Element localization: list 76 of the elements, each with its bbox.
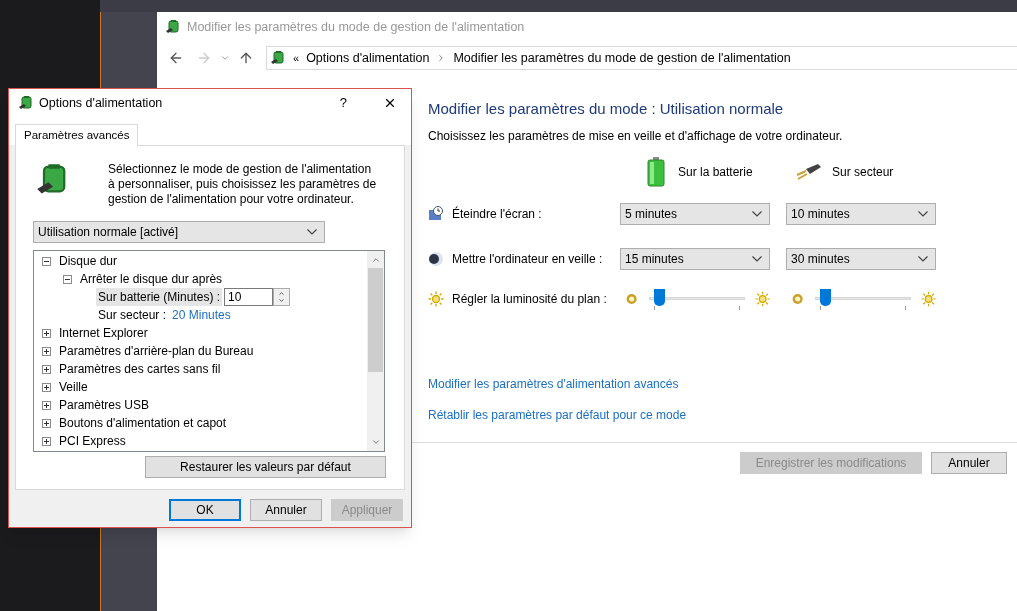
dropdown[interactable]: 10 minutes xyxy=(786,202,936,225)
overflow-chevrons[interactable]: « xyxy=(293,49,300,67)
expand-icon[interactable] xyxy=(42,400,51,410)
expand-icon[interactable] xyxy=(42,436,51,446)
power-plan-icon xyxy=(165,19,181,35)
dropdown[interactable]: 30 minutes xyxy=(786,247,936,270)
slider-thumb[interactable] xyxy=(819,288,831,306)
moon-icon xyxy=(428,250,444,267)
dialog-title: Options d'alimentation xyxy=(39,94,164,112)
setting-value-link[interactable]: 20 Minutes xyxy=(172,306,231,324)
setting-label: Mettre l'ordinateur en veille : xyxy=(452,250,603,268)
chevron-down-icon xyxy=(918,255,928,262)
chevron-down-icon xyxy=(307,229,317,235)
collapse-icon[interactable] xyxy=(63,274,72,284)
slider-thumb[interactable] xyxy=(653,288,665,306)
setting-label[interactable]: Sur batterie (Minutes) : xyxy=(96,288,223,306)
brightness-slider[interactable] xyxy=(815,287,911,310)
scrollbar[interactable] xyxy=(367,251,384,451)
tree-item[interactable]: Paramètres des cartes sans fil xyxy=(59,360,221,378)
setting-label: Régler la luminosité du plan : xyxy=(452,290,607,308)
scroll-thumb[interactable] xyxy=(368,268,383,372)
tree-item[interactable]: Paramètres d'arrière-plan du Bureau xyxy=(59,342,254,360)
tree-item[interactable]: Arrêter le disque dur après xyxy=(80,270,223,288)
expand-icon[interactable] xyxy=(42,364,51,374)
address-bar[interactable]: « Options d'alimentation Modifier les paramètres du mode de gestion de l'alimentation xyxy=(266,46,1017,70)
bright-sun-icon xyxy=(754,290,770,307)
breadcrumb-item[interactable]: Modifier les paramètres du mode de gestion de l'alimentation xyxy=(453,48,791,68)
back-icon[interactable] xyxy=(168,50,184,66)
page-subtitle: Choisissez les paramètres de mise en veille et d'affichage de votre ordinateur. xyxy=(428,127,844,145)
help-button[interactable]: ? xyxy=(339,93,347,113)
breadcrumb-item[interactable]: Options d'alimentation xyxy=(306,48,430,68)
setting-label: Éteindre l'écran : xyxy=(452,205,542,223)
scroll-up-icon[interactable] xyxy=(370,255,381,265)
close-icon[interactable] xyxy=(383,96,397,110)
dropdown[interactable]: 5 minutes xyxy=(620,202,770,225)
monitor-clock-icon xyxy=(428,205,444,222)
address-power-icon xyxy=(270,50,286,66)
tab[interactable]: Paramètres avancés xyxy=(15,124,139,146)
action-button[interactable]: Annuler xyxy=(931,451,1007,474)
column-header: Sur secteur xyxy=(832,163,894,181)
action-button[interactable]: OK xyxy=(169,499,241,521)
chevron-down-icon xyxy=(752,255,762,262)
tree-item[interactable]: Veille xyxy=(59,378,88,396)
expand-icon[interactable] xyxy=(42,346,51,356)
up-icon[interactable] xyxy=(238,50,254,66)
brightness-slider[interactable] xyxy=(649,287,745,310)
tree-item[interactable]: PCI Express xyxy=(59,432,126,450)
page-heading: Modifier les paramètres du mode : Utilisation normale xyxy=(428,99,785,119)
expand-icon[interactable] xyxy=(42,418,51,428)
dropdown[interactable]: 15 minutes xyxy=(620,247,770,270)
battery-icon xyxy=(647,156,665,187)
restore-defaults-button[interactable]: Restaurer les valeurs par défaut xyxy=(145,456,386,478)
window-title: Modifier les paramètres du mode de gestion de l'alimentation xyxy=(187,18,525,36)
tree-item[interactable]: Boutons d'alimentation et capot xyxy=(59,414,227,432)
expand-icon[interactable] xyxy=(42,328,51,338)
spin-buttons[interactable] xyxy=(273,288,291,306)
column-header: Sur la batterie xyxy=(678,163,753,181)
chevron-down-icon xyxy=(918,210,928,217)
plug-icon xyxy=(796,162,822,181)
action-button[interactable]: Annuler xyxy=(250,499,322,521)
settings-link[interactable]: Modifier les paramètres d'alimentation avancés xyxy=(428,374,679,393)
expand-icon[interactable] xyxy=(42,382,51,392)
scroll-down-icon[interactable] xyxy=(370,437,381,447)
setting-label[interactable]: Sur secteur : xyxy=(96,306,169,324)
minutes-input[interactable]: 10 xyxy=(224,288,274,306)
dialog-power-icon xyxy=(18,95,34,111)
tree-item[interactable]: Internet Explorer xyxy=(59,324,148,342)
tree-item[interactable]: Paramètres USB xyxy=(59,396,150,414)
tree-item[interactable]: Disque dur xyxy=(59,252,118,270)
dropdown[interactable]: Utilisation normale [activé] xyxy=(33,221,325,243)
dialog-description: Sélectionnez le mode de gestion de l'alimentation à personnaliser, puis choisissez les paramètres de gestion de l'alimentation pour votre ordinateur. xyxy=(108,162,378,207)
settings-link[interactable]: Rétablir les paramètres par défaut pour ce mode xyxy=(428,405,687,424)
chevron-down-icon xyxy=(752,210,762,217)
collapse-icon[interactable] xyxy=(42,256,51,266)
bright-sun-icon xyxy=(920,290,936,307)
sun-icon xyxy=(428,290,444,307)
